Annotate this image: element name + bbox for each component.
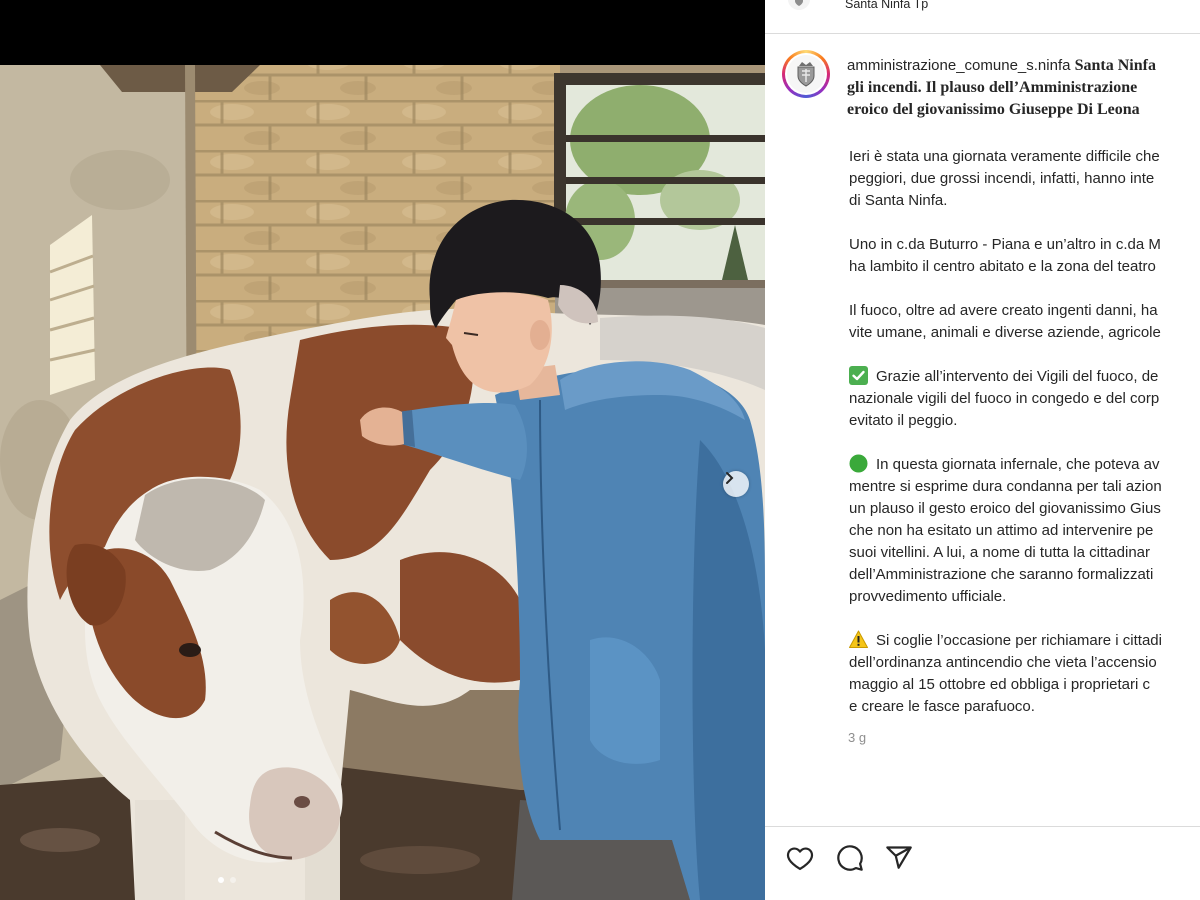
caption-title: amministrazione_comune_s.ninfa Santa Nin… <box>847 55 1200 121</box>
caption-line: In questa giornata infernale, che poteva… <box>876 456 1160 473</box>
caption-body: Ieri è stata una giornata veramente diff… <box>849 146 1200 740</box>
caption-line: suoi vitellini. A lui, a nome di tutta l… <box>849 544 1150 561</box>
location-label[interactable]: Santa Ninfa Tp <box>845 0 928 12</box>
caption-title-line: eroico del giovanissimo Giuseppe Di Leon… <box>847 101 1140 118</box>
carousel-next-button[interactable] <box>723 471 749 497</box>
caption-title-line: gli incendi. Il plauso dell’Amministrazi… <box>847 79 1138 96</box>
caption-line: Grazie all’intervento dei Vigili del fuo… <box>876 368 1159 385</box>
wall-light-patch <box>49 215 96 395</box>
post-photo[interactable] <box>0 0 765 900</box>
caption-line: vite umane, animali e diverse aziende, a… <box>849 324 1161 341</box>
caption-paragraph: In questa giornata infernale, che poteva… <box>849 454 1200 608</box>
heart-icon <box>786 847 814 871</box>
caption-line: ha lambito il centro abitato e la zona d… <box>849 258 1156 275</box>
caption-paragraph: Ieri è stata una giornata veramente diff… <box>849 146 1200 212</box>
post-timestamp[interactable]: 3 g <box>848 729 866 747</box>
warning-icon <box>849 630 868 649</box>
caption-line: dell’Amministrazione che saranno formali… <box>849 566 1154 583</box>
caption-line-with-icon: Grazie all’intervento dei Vigili del fuo… <box>849 366 1200 388</box>
caption-paragraph: Si coglie l’occasione per richiamare i c… <box>849 630 1200 718</box>
caption-line: maggio al 15 ottobre ed obbliga i propri… <box>849 676 1151 693</box>
comment-button[interactable] <box>836 844 864 872</box>
post-details-panel: Santa Ninfa Tp amministrazione_comune_s.… <box>765 0 1200 900</box>
caption-line: Ieri è stata una giornata veramente diff… <box>849 148 1160 165</box>
caption-line-with-icon: In questa giornata infernale, che poteva… <box>849 454 1200 476</box>
share-button[interactable] <box>885 844 913 872</box>
caption-line: Il fuoco, oltre ad avere creato ingenti … <box>849 302 1158 319</box>
caption-paragraph: Il fuoco, oltre ad avere creato ingenti … <box>849 300 1200 344</box>
green-circle-icon <box>849 454 868 473</box>
like-button[interactable] <box>786 844 814 872</box>
caption-line: e creare le fasce parafuoco. <box>849 698 1035 715</box>
carousel-dot-active[interactable] <box>218 877 224 883</box>
caption-paragraph: Grazie all’intervento dei Vigili del fuo… <box>849 366 1200 432</box>
caption-username[interactable]: amministrazione_comune_s.ninfa <box>847 57 1070 74</box>
actions-divider <box>765 826 1200 827</box>
caption-line: mentre si esprime dura condanna per tali… <box>849 478 1162 495</box>
chevron-right-icon <box>726 472 734 484</box>
caption-line: Si coglie l’occasione per richiamare i c… <box>876 632 1162 649</box>
caption-line: un plauso il gesto eroico del giovanissi… <box>849 500 1161 517</box>
caption-line: peggiori, due grossi incendi, infatti, h… <box>849 170 1155 187</box>
caption-line: Uno in c.da Buturro - Piana e un’altro i… <box>849 236 1161 253</box>
caption-line: che non ha esitato un attimo ad interven… <box>849 522 1154 539</box>
caption-avatar[interactable] <box>782 50 830 98</box>
caption-line: dell’ordinanza antincendio che vieta l’a… <box>849 654 1157 671</box>
header-divider <box>765 33 1200 34</box>
caption-line: evitato il peggio. <box>849 412 958 429</box>
comment-icon <box>837 845 863 871</box>
check-mark-button-icon <box>849 366 868 385</box>
caption-line: di Santa Ninfa. <box>849 192 948 209</box>
crest-icon <box>788 0 810 10</box>
photo-illustration <box>0 0 765 900</box>
header-avatar[interactable] <box>788 0 810 10</box>
photo-top-band <box>0 0 765 65</box>
carousel-dot[interactable] <box>230 877 236 883</box>
caption-line: provvedimento ufficiale. <box>849 588 1007 605</box>
caption-title-line: Santa Ninfa <box>1074 57 1156 74</box>
send-icon <box>886 846 912 869</box>
crest-icon <box>787 55 825 93</box>
caption-line-with-icon: Si coglie l’occasione per richiamare i c… <box>849 630 1200 652</box>
caption-paragraph: Uno in c.da Buturro - Piana e un’altro i… <box>849 234 1200 278</box>
caption-line: nazionale vigili del fuoco in congedo e … <box>849 390 1160 407</box>
